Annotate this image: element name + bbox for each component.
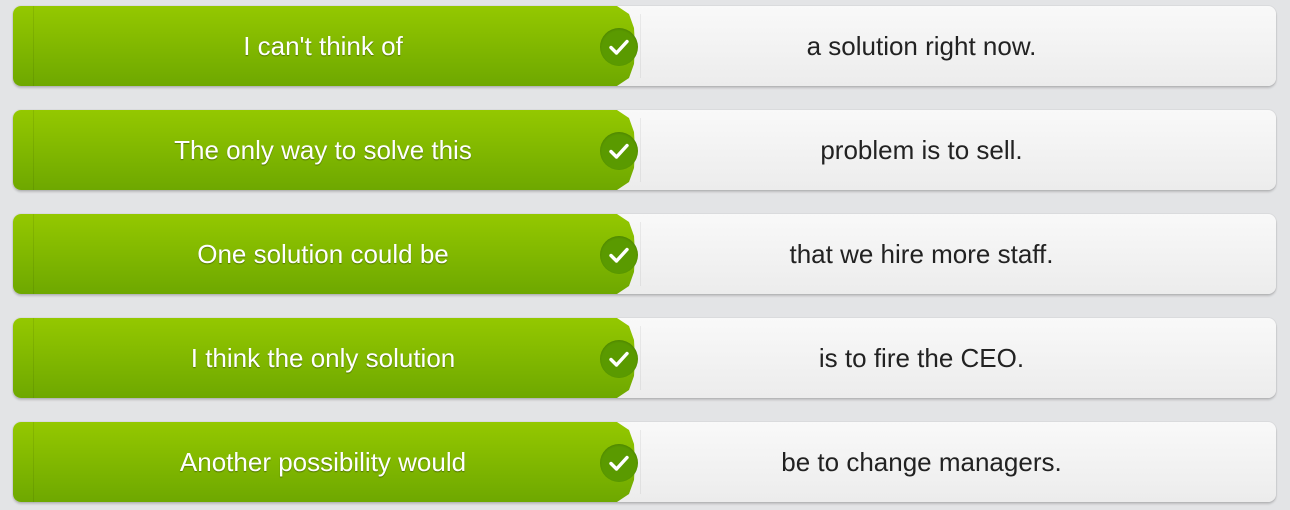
match-row[interactable]: I think the only solution is to fire the…	[13, 318, 1276, 398]
match-row[interactable]: Another possibility would be to change m…	[13, 422, 1276, 502]
checkmark-icon	[600, 340, 638, 378]
sentence-start-label: One solution could be	[197, 239, 449, 269]
divider	[640, 222, 641, 286]
sentence-end-label[interactable]: is to fire the CEO.	[643, 318, 1200, 398]
sentence-start-label: I think the only solution	[190, 343, 456, 373]
sentence-end-label[interactable]: be to change managers.	[643, 422, 1200, 502]
checkmark-icon	[600, 132, 638, 170]
match-row[interactable]: I can't think of a solution right now.	[13, 6, 1276, 86]
match-row[interactable]: One solution could be that we hire more …	[13, 214, 1276, 294]
checkmark-icon	[600, 236, 638, 274]
checkmark-icon	[600, 28, 638, 66]
sentence-end-label[interactable]: problem is to sell.	[643, 110, 1200, 190]
checkmark-icon	[600, 444, 638, 482]
sentence-end-label[interactable]: a solution right now.	[643, 6, 1200, 86]
sentence-end-label[interactable]: that we hire more staff.	[643, 214, 1200, 294]
divider	[640, 430, 641, 494]
sentence-start-label: Another possibility would	[179, 447, 467, 477]
sentence-start-label: The only way to solve this	[174, 135, 472, 165]
divider	[640, 118, 641, 182]
match-row[interactable]: The only way to solve this problem is to…	[13, 110, 1276, 190]
divider	[640, 326, 641, 390]
divider	[640, 14, 641, 78]
sentence-start-label: I can't think of	[243, 31, 403, 61]
match-list: I can't think of a solution right now. T…	[0, 0, 1290, 510]
